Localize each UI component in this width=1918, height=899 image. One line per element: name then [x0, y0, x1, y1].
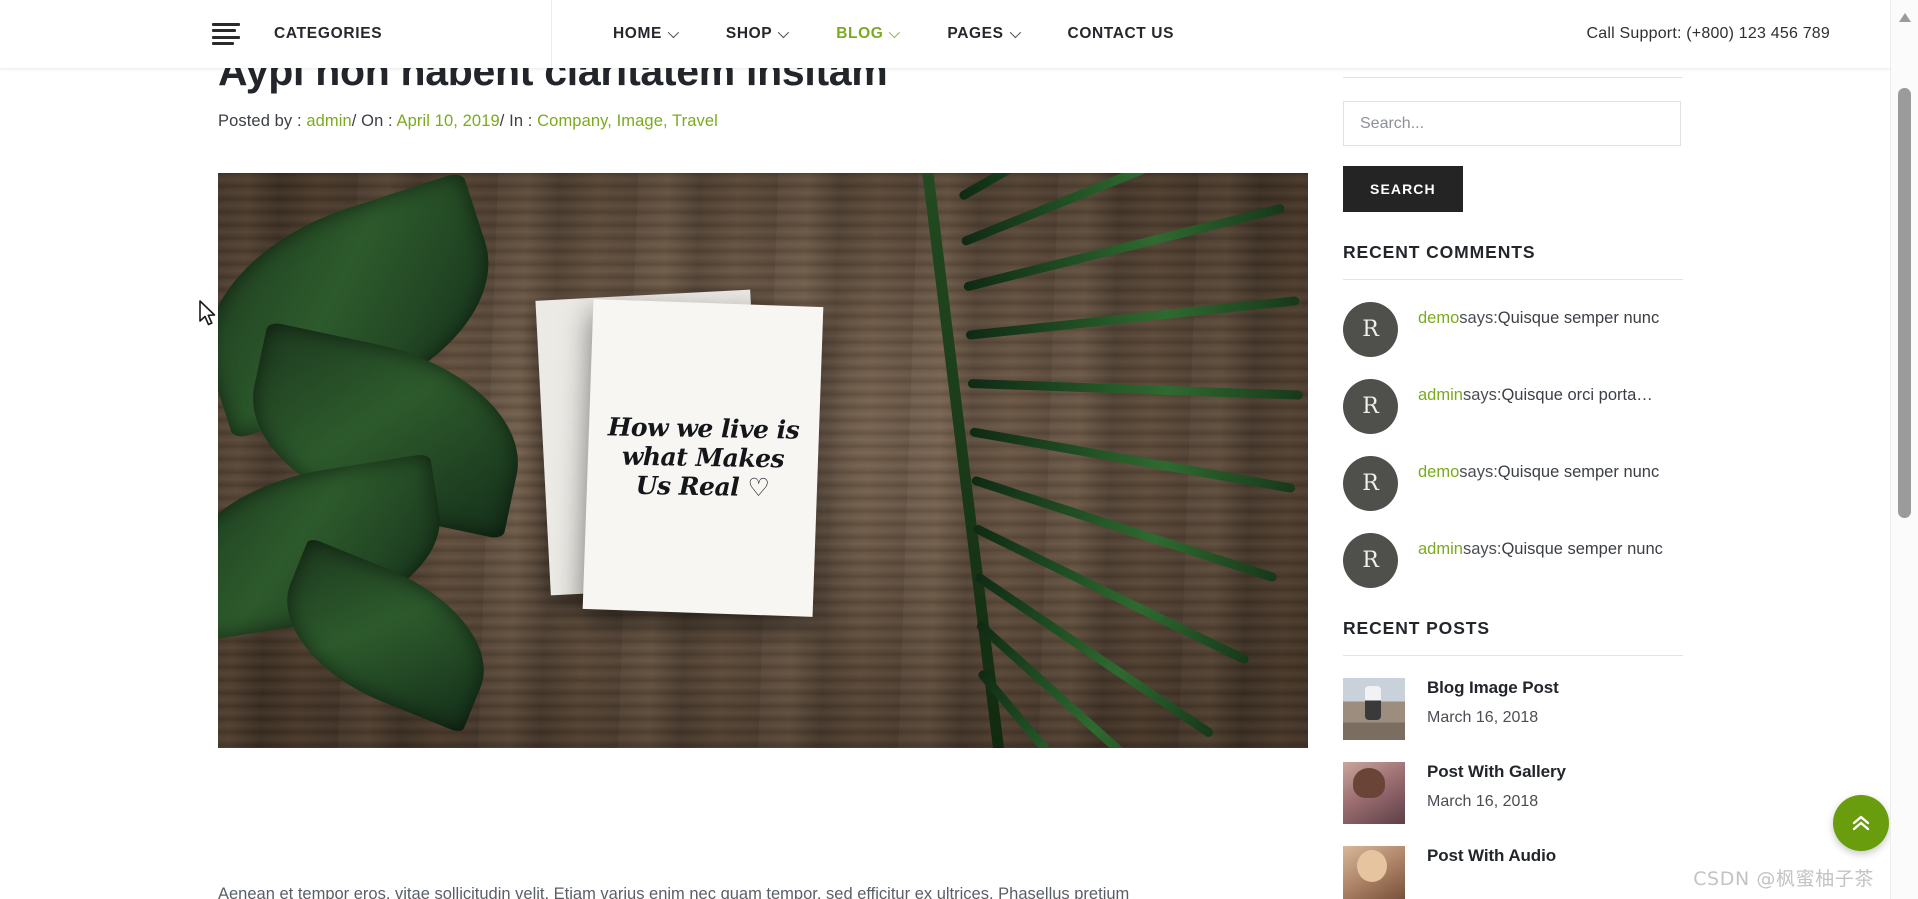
nav-label-home: HOME	[613, 25, 662, 42]
nav-item-pages[interactable]: PAGES	[922, 0, 1042, 68]
post-meta: Posted by : admin/ On : April 10, 2019/ …	[218, 112, 1308, 131]
comment-says-label: says:	[1462, 386, 1502, 404]
comment-body: Quisque semper nunc	[1497, 309, 1660, 327]
post-author-link[interactable]: admin	[306, 112, 351, 130]
browser-viewport: Aypi non habent claritatem insitam Poste…	[0, 0, 1918, 899]
header-categories-section[interactable]: CATEGORIES	[0, 0, 552, 68]
nav-item-shop[interactable]: SHOP	[701, 0, 811, 68]
nav-label-contact-us: CONTACT US	[1067, 25, 1175, 42]
recent-post-thumbnail[interactable]	[1343, 762, 1405, 824]
post-date-link[interactable]: April 10, 2019	[397, 112, 500, 130]
watermark: CSDN @枫蜜柚子茶	[1693, 868, 1874, 890]
nav-item-contact-us[interactable]: CONTACT US	[1043, 0, 1199, 68]
recent-post-title[interactable]: Post With Gallery	[1427, 762, 1566, 782]
comment-item[interactable]: R adminsays:Quisque semper nunc	[1343, 533, 1683, 588]
sidebar: SEARCH SEARCH RECENT COMMENTS R demosays…	[1343, 40, 1683, 899]
comment-author[interactable]: admin	[1418, 540, 1463, 558]
comment-item[interactable]: R demosays:Quisque semper nunc	[1343, 456, 1683, 511]
widget-recent-posts: RECENT POSTS Blog Image Post March 16, 2…	[1343, 618, 1683, 899]
nav-label-blog: BLOG	[836, 25, 884, 42]
recent-post-item[interactable]: Post With Gallery March 16, 2018	[1343, 762, 1683, 824]
recent-post-item[interactable]: Blog Image Post March 16, 2018	[1343, 678, 1683, 740]
page-scrollbar[interactable]	[1890, 0, 1918, 899]
recent-post-title[interactable]: Post With Audio	[1427, 846, 1556, 866]
comment-text: demosays:Quisque semper nunc	[1418, 302, 1659, 332]
comment-body: Quisque semper nunc	[1501, 540, 1663, 558]
comment-item[interactable]: R adminsays:Quisque orci porta…	[1343, 379, 1683, 434]
widget-title-recent-comments: RECENT COMMENTS	[1343, 242, 1683, 280]
recent-post-item[interactable]: Post With Audio	[1343, 846, 1683, 899]
call-support-text: Call Support: (+800) 123 456 789	[1586, 25, 1830, 42]
nav-label-pages: PAGES	[947, 25, 1004, 42]
comment-says-label: says:	[1459, 463, 1498, 481]
avatar: R	[1343, 456, 1398, 511]
post-categories-link[interactable]: Company, Image, Travel	[537, 112, 718, 130]
comment-body: Quisque semper nunc	[1497, 463, 1660, 481]
comment-item[interactable]: R demosays:Quisque semper nunc	[1343, 302, 1683, 357]
comment-text: adminsays:Quisque semper nunc	[1418, 533, 1663, 563]
comment-author[interactable]: demo	[1418, 463, 1459, 481]
comment-text: demosays:Quisque semper nunc	[1418, 456, 1659, 486]
post-body-excerpt: Aenean et tempor eros, vitae sollicitudi…	[218, 885, 1130, 899]
triangle-up-icon	[1899, 12, 1911, 22]
palm-frond	[917, 173, 1308, 748]
nav-item-home[interactable]: HOME	[588, 0, 701, 68]
scrollbar-up-arrow[interactable]	[1891, 5, 1918, 29]
palm-stem	[917, 173, 1010, 748]
comment-says-label: says:	[1459, 309, 1498, 327]
avatar: R	[1343, 379, 1398, 434]
recent-post-date: March 16, 2018	[1427, 793, 1539, 810]
recent-post-info: Blog Image Post March 16, 2018	[1427, 678, 1559, 727]
in-label: / In :	[499, 112, 538, 131]
categories-label[interactable]: CATEGORIES	[274, 25, 382, 43]
scrollbar-thumb[interactable]	[1898, 88, 1911, 518]
site-header: CATEGORIES HOME SHOP BLOG PAGES CONTACT …	[0, 0, 1890, 68]
comment-says-label: says:	[1462, 540, 1502, 558]
scroll-to-top-button[interactable]	[1833, 795, 1889, 851]
card-front: How we live is what Makes Us Real ♡	[582, 299, 824, 617]
chevron-down-icon	[667, 26, 679, 39]
nav-item-blog[interactable]: BLOG	[811, 0, 922, 68]
recent-post-thumbnail[interactable]	[1343, 846, 1405, 899]
comment-author[interactable]: demo	[1418, 309, 1459, 327]
recent-post-thumbnail[interactable]	[1343, 678, 1405, 740]
hamburger-icon[interactable]	[212, 23, 240, 45]
featured-image[interactable]: How we live is what Makes Us Real ♡	[218, 173, 1308, 748]
recent-post-title[interactable]: Blog Image Post	[1427, 678, 1559, 698]
comment-author[interactable]: admin	[1418, 386, 1463, 404]
search-input[interactable]	[1343, 101, 1681, 146]
recent-post-date: March 16, 2018	[1427, 709, 1539, 726]
widget-recent-comments: RECENT COMMENTS R demosays:Quisque sempe…	[1343, 242, 1683, 588]
mouse-cursor	[199, 300, 216, 326]
avatar: R	[1343, 533, 1398, 588]
comment-body: Quisque orci porta…	[1501, 386, 1653, 404]
comment-text: adminsays:Quisque orci porta…	[1418, 379, 1653, 409]
page-content: Aypi non habent claritatem insitam Poste…	[0, 0, 1890, 899]
chevron-down-icon	[1009, 26, 1021, 39]
on-label: / On :	[351, 112, 397, 131]
main-navigation: HOME SHOP BLOG PAGES CONTACT US	[552, 0, 1199, 68]
chevron-down-icon	[889, 26, 901, 39]
chevron-down-icon	[777, 26, 790, 39]
recent-post-info: Post With Gallery March 16, 2018	[1427, 762, 1566, 811]
nav-label-shop: SHOP	[725, 25, 773, 42]
posted-by-label: Posted by :	[218, 112, 307, 131]
avatar: R	[1343, 302, 1398, 357]
search-button[interactable]: SEARCH	[1343, 166, 1463, 212]
double-chevron-up-icon	[1852, 815, 1870, 831]
widget-title-recent-posts: RECENT POSTS	[1343, 618, 1683, 656]
recent-post-info: Post With Audio	[1427, 846, 1556, 877]
card-handwriting-text: How we live is what Makes Us Real ♡	[607, 412, 800, 502]
